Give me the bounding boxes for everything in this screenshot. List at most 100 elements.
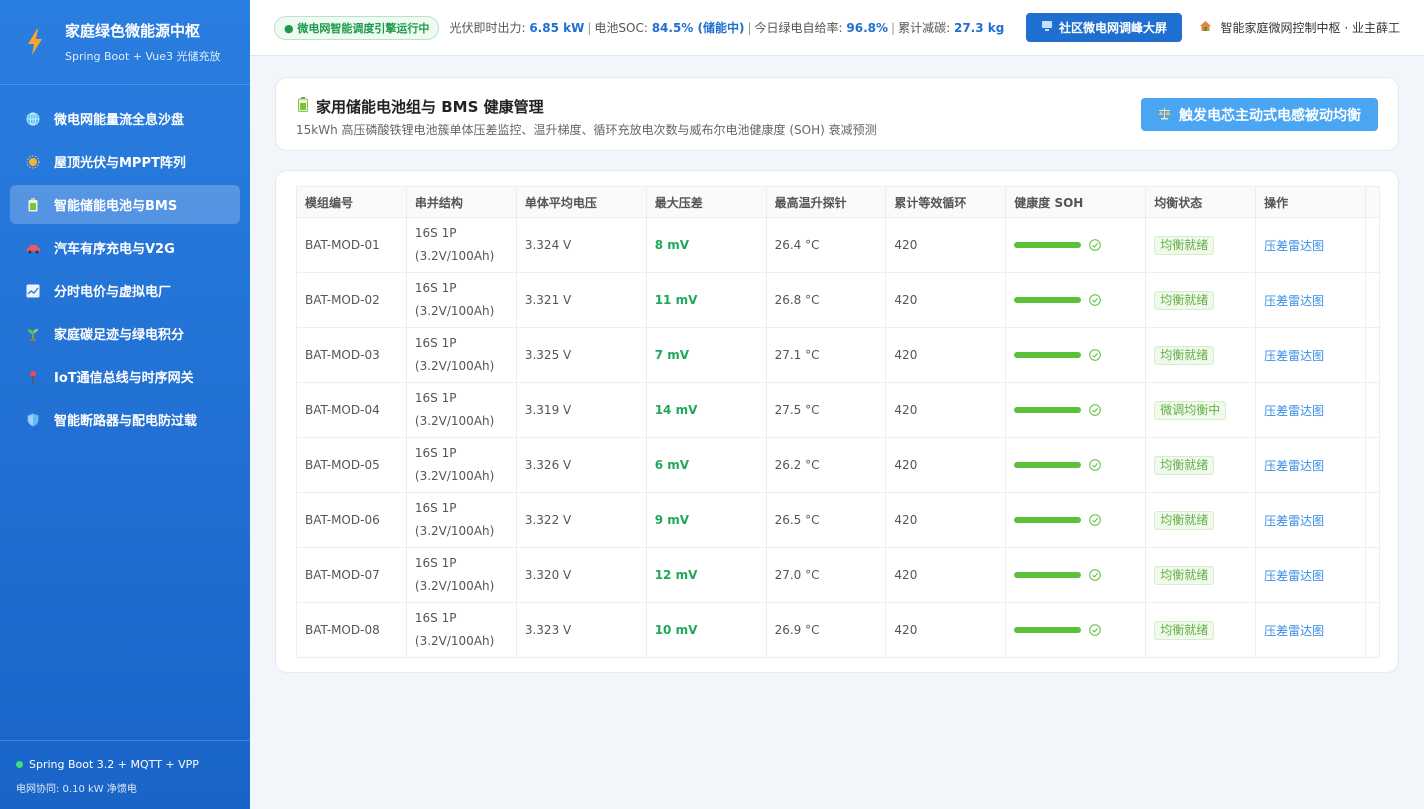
realtime-metrics: 光伏即时出力: 6.85 kW | 电池SOC: 84.5% (储能中) | 今日绿电自… (449, 21, 1005, 35)
module-structure: 16S 1P (3.2V/100Ah) (405, 382, 517, 438)
blank-cell (1364, 382, 1381, 438)
tech-stack: Spring Boot 3.2 + MQTT + VPP (29, 758, 199, 771)
radar-chart-link[interactable]: 压差雷达图 (1264, 459, 1324, 473)
sun-icon (25, 154, 41, 170)
balance-status-cell: 微调均衡中 (1145, 382, 1257, 438)
radar-chart-link[interactable]: 压差雷达图 (1264, 569, 1324, 583)
blank-cell (1364, 547, 1381, 603)
radar-chart-link[interactable]: 压差雷达图 (1264, 624, 1324, 638)
module-id: BAT-MOD-03 (296, 327, 407, 383)
soh-progress-bar (1014, 407, 1082, 413)
battery-icon (25, 197, 41, 213)
action-cell: 压差雷达图 (1255, 602, 1366, 658)
sidebar-item-6[interactable]: 家庭碳足迹与绿电积分 (10, 314, 240, 353)
table-row: BAT-MOD-04 16S 1P (3.2V/100Ah) 3.319 V 14 mV… (296, 382, 1381, 438)
sidebar-item-label: 屋顶光伏与MPPT阵列 (54, 156, 186, 171)
max-temp: 27.0 °C (765, 547, 887, 603)
pv-value: 6.85 kW (529, 21, 585, 35)
balance-status-cell: 均衡就绪 (1145, 217, 1257, 273)
module-id: BAT-MOD-05 (296, 437, 407, 493)
cycle-count: 420 (885, 327, 1007, 383)
avg-voltage: 3.321 V (515, 272, 647, 328)
column-header: 累计等效循环 (885, 186, 1007, 218)
avg-voltage: 3.324 V (515, 217, 647, 273)
radar-chart-link[interactable]: 压差雷达图 (1264, 404, 1324, 418)
soh-progress-bar (1014, 517, 1082, 523)
page-header-card: 家用储能电池组与 BMS 健康管理 15kWh 高压磷酸铁锂电池簇单体压差监控、… (275, 77, 1399, 151)
module-table-card: 模组编号 串并结构 单体平均电压 最大压差 最高温升探针 累计等效循环 健康度 … (275, 170, 1399, 673)
structure-series: 16S 1P (414, 391, 457, 405)
avg-voltage: 3.325 V (515, 327, 647, 383)
avg-voltage: 3.323 V (515, 602, 647, 658)
action-cell: 压差雷达图 (1255, 382, 1366, 438)
structure-series: 16S 1P (414, 226, 457, 240)
radar-chart-link[interactable]: 压差雷达图 (1264, 294, 1324, 308)
brand-title: 家庭绿色微能源中枢 (65, 21, 201, 40)
sidebar: 家庭绿色微能源中枢 Spring Boot + Vue3 光储充放 微电网能量流… (0, 0, 250, 809)
sidebar-item-5[interactable]: 分时电价与虚拟电厂 (10, 271, 240, 310)
cycle-count: 420 (885, 437, 1007, 493)
cycle-count: 420 (885, 602, 1007, 658)
trigger-balance-button[interactable]: 触发电芯主动式电感被动均衡 (1141, 98, 1378, 131)
action-cell: 压差雷达图 (1255, 217, 1366, 273)
community-screen-button[interactable]: 社区微电网调峰大屏 (1026, 13, 1182, 42)
module-structure: 16S 1P (3.2V/100Ah) (405, 492, 517, 548)
monitor-icon (1041, 20, 1053, 35)
column-header: 最高温升探针 (765, 186, 887, 218)
blank-cell (1364, 437, 1381, 493)
soh-cell (1005, 492, 1147, 548)
column-header: 模组编号 (296, 186, 407, 218)
check-circle-icon (1089, 624, 1102, 636)
max-voltage-diff: 8 mV (645, 217, 767, 273)
table-row: BAT-MOD-07 16S 1P (3.2V/100Ah) 3.320 V 12 mV… (296, 547, 1381, 603)
shield-icon (25, 412, 41, 428)
sidebar-item-label: 分时电价与虚拟电厂 (54, 285, 172, 300)
blank-cell (1364, 272, 1381, 328)
cycle-count: 420 (885, 217, 1007, 273)
module-structure: 16S 1P (3.2V/100Ah) (405, 602, 517, 658)
sidebar-item-2[interactable]: 屋顶光伏与MPPT阵列 (10, 142, 240, 181)
sidebar-footer: Spring Boot 3.2 + MQTT + VPP 电网协同: 0.10 … (0, 740, 250, 809)
structure-series: 16S 1P (414, 281, 457, 295)
battery-icon (298, 97, 308, 116)
sidebar-item-1[interactable]: 微电网能量流全息沙盘 (10, 99, 240, 138)
sidebar-item-7[interactable]: IoT通信总线与时序网关 (10, 357, 240, 396)
structure-series: 16S 1P (414, 556, 457, 570)
carbon-value: 27.3 kg (953, 21, 1005, 35)
soh-progress-bar (1014, 462, 1082, 468)
sidebar-item-8[interactable]: 智能断路器与配电防过载 (10, 400, 240, 439)
check-circle-icon (1089, 239, 1102, 251)
battery-module-table: 模组编号 串并结构 单体平均电压 最大压差 最高温升探针 累计等效循环 健康度 … (296, 186, 1381, 658)
soh-progress-bar (1014, 297, 1082, 303)
check-circle-icon (1089, 459, 1102, 471)
cycle-count: 420 (885, 382, 1007, 438)
max-temp: 26.5 °C (765, 492, 887, 548)
module-id: BAT-MOD-06 (296, 492, 407, 548)
balance-status-tag: 均衡就绪 (1154, 510, 1215, 530)
module-id: BAT-MOD-02 (296, 272, 407, 328)
engine-status-badge: ● 微电网智能调度引擎运行中 (274, 15, 440, 40)
max-voltage-diff: 7 mV (645, 327, 767, 383)
soh-cell (1005, 437, 1147, 493)
module-structure: 16S 1P (3.2V/100Ah) (405, 547, 517, 603)
sidebar-item-4[interactable]: 汽车有序充电与V2G (10, 228, 240, 267)
max-temp: 26.4 °C (765, 217, 887, 273)
radar-chart-link[interactable]: 压差雷达图 (1264, 349, 1324, 363)
balance-status-tag: 均衡就绪 (1154, 345, 1215, 365)
user-info[interactable]: 智能家庭微网控制中枢 · 业主薛工 (1199, 19, 1400, 36)
column-header-blank (1364, 186, 1381, 218)
balance-status-tag: 微调均衡中 (1154, 400, 1227, 420)
structure-spec: (3.2V/100Ah) (414, 524, 495, 538)
module-structure: 16S 1P (3.2V/100Ah) (405, 437, 517, 493)
soh-progress-bar (1014, 627, 1082, 633)
sidebar-item-3[interactable]: 智能储能电池与BMS (10, 185, 240, 224)
radar-chart-link[interactable]: 压差雷达图 (1264, 239, 1324, 253)
sidebar-nav: 微电网能量流全息沙盘屋顶光伏与MPPT阵列智能储能电池与BMS 汽车有序充电与V2… (0, 85, 250, 439)
structure-series: 16S 1P (414, 446, 457, 460)
module-structure: 16S 1P (3.2V/100Ah) (405, 327, 517, 383)
action-cell: 压差雷达图 (1255, 492, 1366, 548)
grid-status: 电网协同: 0.10 kW 净馈电 (16, 784, 137, 795)
column-header: 均衡状态 (1145, 186, 1257, 218)
balance-status-tag: 均衡就绪 (1154, 565, 1215, 585)
radar-chart-link[interactable]: 压差雷达图 (1264, 514, 1324, 528)
